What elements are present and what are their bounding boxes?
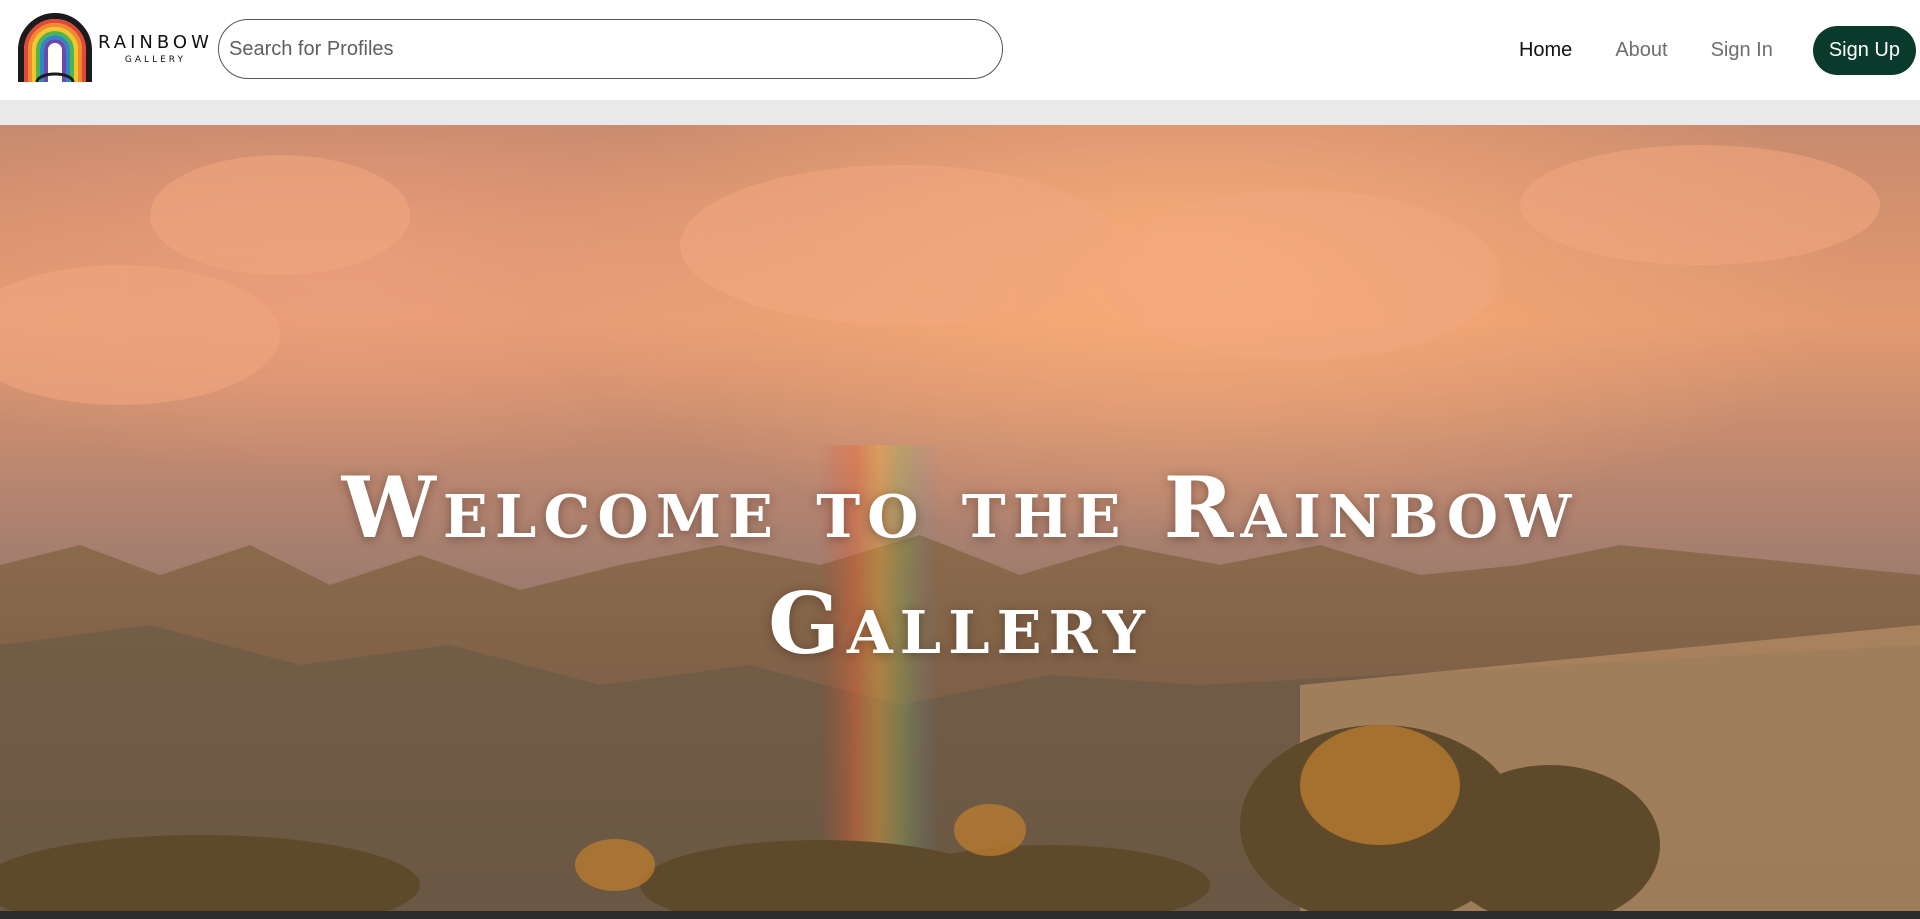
bottom-edge-bar [0, 911, 1920, 919]
hero-title: Welcome to the Rainbow Gallery [0, 450, 1920, 682]
brand-text: RAINBOW GALLERY [98, 31, 213, 65]
brand-logo[interactable]: RAINBOW GALLERY [16, 12, 213, 86]
nav-links: Home About Sign In Sign Up [1519, 0, 1920, 100]
sign-up-button[interactable]: Sign Up [1812, 25, 1916, 75]
hero-title-text: Welcome to the Rainbow Gallery [341, 458, 1579, 673]
profile-search-input[interactable] [218, 19, 1003, 79]
nav-about-link[interactable]: About [1615, 39, 1667, 62]
rainbow-logo-icon [18, 13, 92, 83]
nav-divider-strip [0, 100, 1920, 125]
top-navbar: RAINBOW GALLERY Home About Sign In Sign … [0, 0, 1920, 100]
nav-home-link[interactable]: Home [1519, 39, 1572, 62]
hero-banner: Welcome to the Rainbow Gallery [0, 125, 1920, 911]
brand-subtitle: GALLERY [124, 54, 186, 65]
brand-name: RAINBOW [98, 31, 213, 53]
nav-sign-in-link[interactable]: Sign In [1711, 39, 1773, 62]
